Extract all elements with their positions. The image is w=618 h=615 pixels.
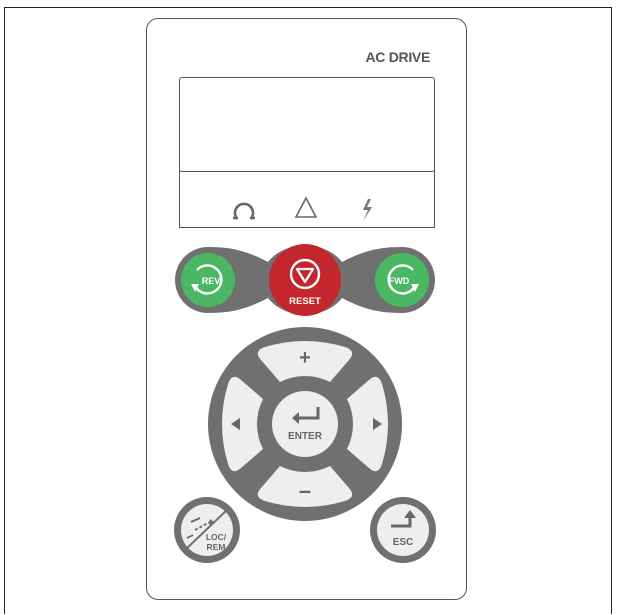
triangle-icon <box>294 196 318 218</box>
omega-icon <box>233 202 255 220</box>
rev-button[interactable]: REV <box>181 253 235 307</box>
loc-label: LOC/ <box>206 532 227 542</box>
enter-button[interactable] <box>272 391 338 457</box>
fwd-label: FWD <box>389 276 410 286</box>
reset-label: RESET <box>289 296 321 307</box>
lightning-icon <box>363 199 372 221</box>
loc-rem-button[interactable]: LOC/ REM <box>174 497 240 563</box>
down-label: – <box>299 478 311 503</box>
rev-label: REV <box>202 276 221 286</box>
esc-button[interactable]: ESC <box>370 497 436 563</box>
reset-button[interactable]: RESET <box>269 244 341 316</box>
fwd-button[interactable]: FWD <box>375 253 429 307</box>
up-label: + <box>299 347 311 369</box>
esc-label: ESC <box>393 537 414 548</box>
rem-label: REM <box>207 542 226 552</box>
enter-label: ENTER <box>288 431 323 442</box>
keypad-art: REV RESET FWD + – ENTER LOC/ REM ESC <box>174 196 436 563</box>
